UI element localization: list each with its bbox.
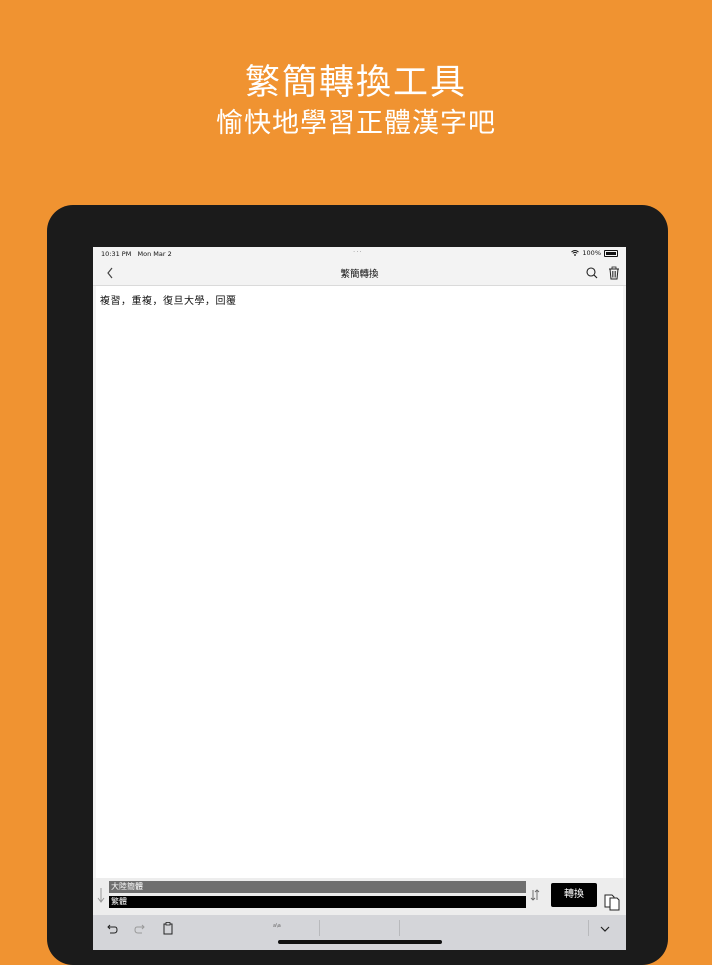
keyboard-shortcut-bar: a\a — [93, 915, 626, 950]
text-editor[interactable]: 複習，重複，復旦大學，回覆 — [93, 286, 626, 878]
wifi-icon — [571, 250, 579, 256]
redo-icon[interactable] — [133, 922, 147, 936]
paste-icon[interactable] — [161, 921, 175, 936]
status-time-text: 10:31 PM — [101, 250, 131, 258]
status-date-text: Mon Mar 2 — [138, 250, 172, 258]
status-time: 10:31 PM Mon Mar 2 — [101, 250, 172, 258]
keyboard-mode-label[interactable]: a\a — [273, 923, 281, 929]
source-variant-selector[interactable]: 大陸簡體 — [109, 881, 526, 893]
page-title: 繁簡轉換 — [93, 266, 626, 280]
multitask-dots[interactable]: ··· — [353, 248, 363, 256]
trash-icon[interactable] — [607, 265, 621, 281]
promo-subtitle: 愉快地學習正體漢字吧 — [0, 106, 712, 142]
home-indicator[interactable] — [278, 940, 442, 944]
editor-text[interactable]: 複習，重複，復旦大學，回覆 — [100, 292, 237, 307]
conversion-panel: 大陸簡體 繁體 轉換 — [93, 878, 626, 915]
status-indicators: 100% — [571, 249, 618, 257]
battery-percent: 100% — [582, 249, 601, 257]
chevron-down-icon[interactable] — [599, 923, 611, 935]
copy-icon[interactable] — [603, 892, 621, 912]
promo-title: 繁簡轉換工具 — [0, 62, 712, 104]
convert-button[interactable]: 轉換 — [551, 883, 597, 907]
status-bar: 10:31 PM Mon Mar 2 ··· 100% — [93, 247, 626, 261]
divider — [399, 920, 400, 936]
search-icon[interactable] — [585, 265, 599, 281]
swap-icon[interactable] — [529, 887, 541, 903]
app-screen: 10:31 PM Mon Mar 2 ··· 100% 繁簡轉換 — [93, 247, 626, 950]
divider — [588, 920, 589, 936]
arrow-down-icon — [95, 884, 107, 906]
target-variant-selector[interactable]: 繁體 — [109, 896, 526, 908]
divider — [319, 920, 320, 936]
navigation-bar: 繁簡轉換 — [93, 261, 626, 286]
undo-icon[interactable] — [105, 922, 119, 936]
battery-icon — [604, 250, 618, 257]
